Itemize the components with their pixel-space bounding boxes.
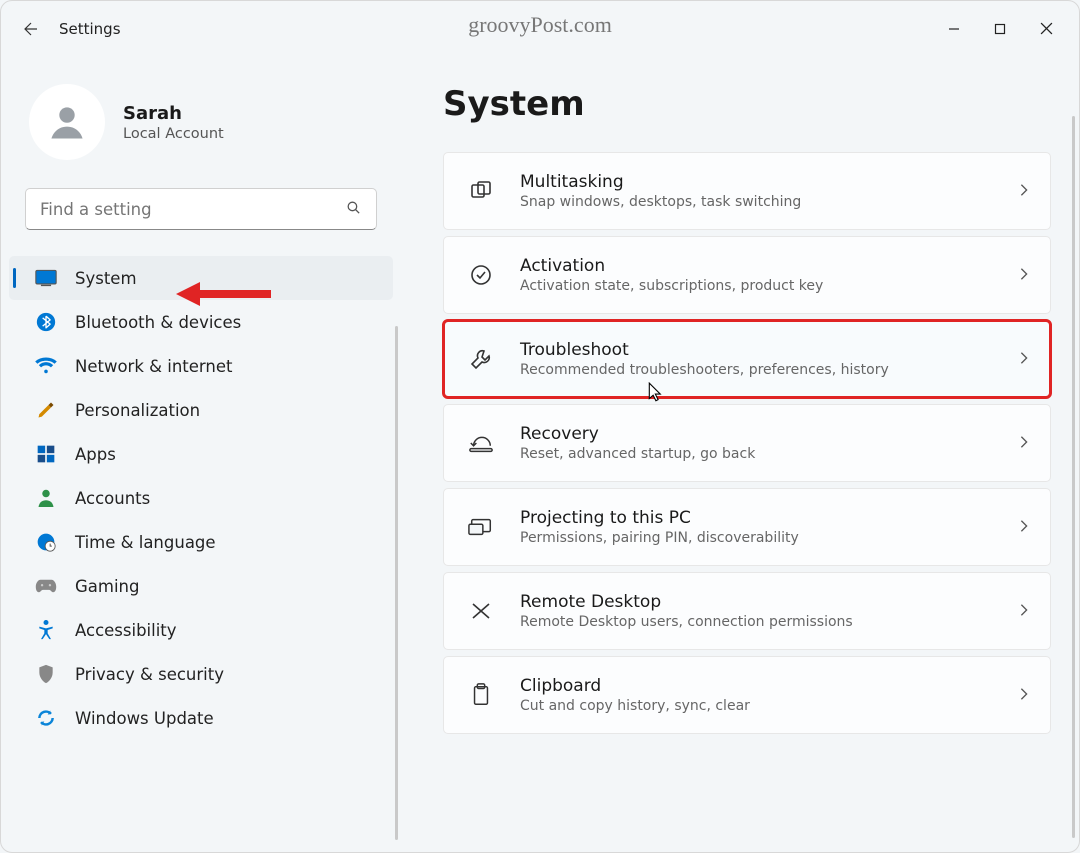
sidebar-scrollbar[interactable] [395,326,398,840]
sidebar-item-label: System [75,269,137,288]
card-title: Troubleshoot [520,340,992,360]
card-title: Recovery [520,424,992,444]
sidebar-item-label: Personalization [75,401,200,420]
remote-desktop-icon [468,598,494,624]
sidebar-item-accounts[interactable]: Accounts [9,476,393,520]
sidebar-item-label: Bluetooth & devices [75,313,241,332]
card-sub: Activation state, subscriptions, product… [520,278,992,294]
update-icon [35,707,57,729]
profile-sub: Local Account [123,126,224,142]
card-activation[interactable]: Activation Activation state, subscription… [443,236,1051,314]
sidebar-item-label: Windows Update [75,709,214,728]
sidebar-item-privacy[interactable]: Privacy & security [9,652,393,696]
page-title: System [443,84,1051,124]
projecting-icon [468,514,494,540]
wifi-icon [35,355,57,377]
minimize-button[interactable] [931,12,977,46]
nav-list: System Bluetooth & devices Network & int… [1,256,401,740]
sidebar: Sarah Local Account System Bluetooth & d… [1,56,401,852]
card-multitasking[interactable]: Multitasking Snap windows, desktops, task… [443,152,1051,230]
sidebar-item-label: Time & language [75,533,216,552]
card-title: Multitasking [520,172,992,192]
clipboard-icon [468,682,494,708]
checkmark-circle-icon [468,262,494,288]
accessibility-icon [35,619,57,641]
close-button[interactable] [1023,12,1069,46]
card-title: Projecting to this PC [520,508,992,528]
system-icon [35,267,57,289]
maximize-button[interactable] [977,12,1023,46]
chevron-right-icon [1018,266,1030,285]
search-icon [345,199,362,220]
sidebar-item-apps[interactable]: Apps [9,432,393,476]
card-sub: Cut and copy history, sync, clear [520,698,992,714]
sidebar-item-accessibility[interactable]: Accessibility [9,608,393,652]
sidebar-item-update[interactable]: Windows Update [9,696,393,740]
sidebar-item-label: Gaming [75,577,140,596]
card-projecting[interactable]: Projecting to this PC Permissions, pairin… [443,488,1051,566]
card-sub: Snap windows, desktops, task switching [520,194,992,210]
wrench-icon [468,346,494,372]
search-input[interactable] [40,200,345,219]
card-remotedesktop[interactable]: Remote Desktop Remote Desktop users, conn… [443,572,1051,650]
card-troubleshoot[interactable]: Troubleshoot Recommended troubleshooters,… [443,320,1051,398]
accounts-icon [35,487,57,509]
shield-icon [35,663,57,685]
card-title: Clipboard [520,676,992,696]
card-title: Activation [520,256,992,276]
sidebar-item-label: Privacy & security [75,665,224,684]
card-clipboard[interactable]: Clipboard Cut and copy history, sync, cle… [443,656,1051,734]
bluetooth-icon [35,311,57,333]
sidebar-item-label: Apps [75,445,116,464]
avatar [29,84,105,160]
globe-clock-icon [35,531,57,553]
card-sub: Remote Desktop users, connection permiss… [520,614,992,630]
chevron-right-icon [1018,686,1030,705]
card-sub: Permissions, pairing PIN, discoverabilit… [520,530,992,546]
chevron-right-icon [1018,182,1030,201]
sidebar-item-label: Network & internet [75,357,232,376]
gamepad-icon [35,575,57,597]
profile-block[interactable]: Sarah Local Account [1,66,401,188]
chevron-right-icon [1018,350,1030,369]
card-recovery[interactable]: Recovery Reset, advanced startup, go back [443,404,1051,482]
sidebar-item-label: Accounts [75,489,150,508]
sidebar-item-personalization[interactable]: Personalization [9,388,393,432]
apps-icon [35,443,57,465]
titlebar: Settings groovyPost.com [1,1,1079,56]
watermark: groovyPost.com [468,12,612,38]
annotation-arrow [176,279,276,309]
profile-name: Sarah [123,103,224,124]
multitasking-icon [468,178,494,204]
sidebar-item-label: Accessibility [75,621,177,640]
recovery-icon [468,430,494,456]
card-sub: Recommended troubleshooters, preferences… [520,362,992,378]
sidebar-item-network[interactable]: Network & internet [9,344,393,388]
paintbrush-icon [35,399,57,421]
search-box[interactable] [25,188,377,230]
content-scrollbar[interactable] [1072,116,1075,838]
chevron-right-icon [1018,434,1030,453]
app-title: Settings [59,20,121,38]
sidebar-item-time[interactable]: Time & language [9,520,393,564]
back-button[interactable] [11,9,51,49]
card-title: Remote Desktop [520,592,992,612]
card-sub: Reset, advanced startup, go back [520,446,992,462]
content-area: System Multitasking Snap windows, desktop… [401,56,1079,852]
chevron-right-icon [1018,602,1030,621]
chevron-right-icon [1018,518,1030,537]
sidebar-item-gaming[interactable]: Gaming [9,564,393,608]
